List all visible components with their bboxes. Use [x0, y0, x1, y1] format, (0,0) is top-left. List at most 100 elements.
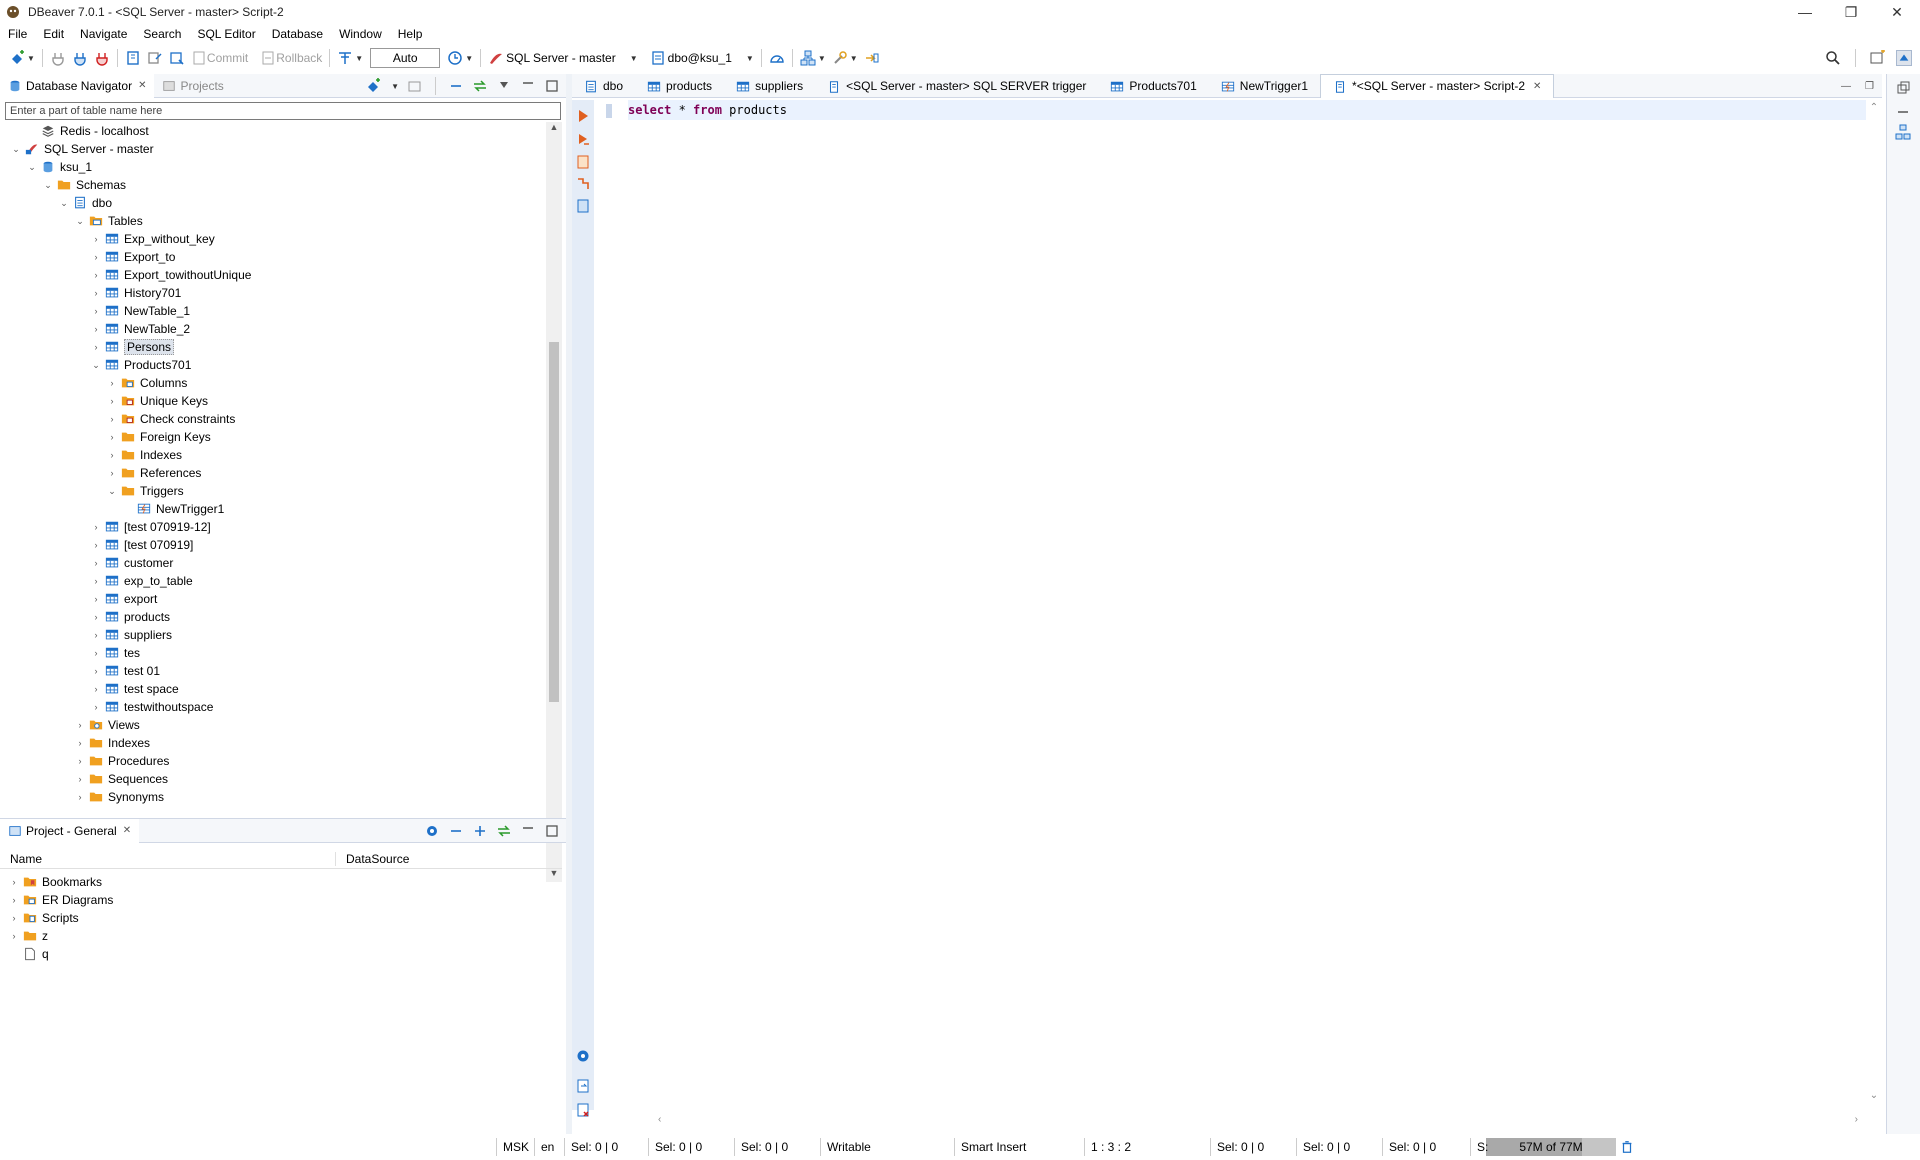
search-icon[interactable] — [1825, 50, 1841, 66]
tree-node-sql-server-master[interactable]: ⌄ SQL Server - master — [10, 140, 153, 158]
project-item-q[interactable]: q — [8, 945, 49, 963]
chevron-right-icon[interactable]: › — [90, 324, 102, 334]
sql-code-line[interactable]: select * from products — [628, 100, 1866, 120]
minimize-icon[interactable] — [1895, 100, 1911, 116]
delete-script-icon[interactable] — [575, 1102, 591, 1118]
view-menu-icon[interactable] — [496, 78, 512, 94]
editor-tab-sql-server-master-sql-server-trigger[interactable]: <SQL Server - master> SQL SERVER trigger — [815, 74, 1098, 98]
dashboard-button[interactable] — [766, 47, 788, 69]
tree-node-indexes[interactable]: › Indexes — [74, 734, 151, 752]
outline-view-icon[interactable] — [1895, 124, 1911, 140]
minimize-panel-icon[interactable] — [520, 823, 536, 839]
chevron-down-icon[interactable]: ⌄ — [74, 216, 86, 227]
maximize-panel-icon[interactable] — [544, 823, 560, 839]
chevron-right-icon[interactable]: › — [74, 738, 86, 748]
maximize-editor-icon[interactable]: ❐ — [1865, 81, 1874, 92]
close-icon[interactable]: ✕ — [1533, 81, 1541, 92]
collapse-all-icon[interactable] — [448, 823, 464, 839]
chevron-down-icon[interactable]: ⌄ — [42, 180, 54, 191]
menu-window[interactable]: Window — [331, 27, 390, 41]
editor-tab-sql-server-master-script-2[interactable]: *<SQL Server - master> Script-2 ✕ — [1320, 73, 1555, 98]
tree-node-products[interactable]: › products — [90, 608, 171, 626]
tools-button[interactable]: ▼ — [829, 47, 861, 69]
table-filter-input[interactable] — [5, 102, 561, 120]
tree-node-dbo[interactable]: ⌄ dbo — [58, 194, 112, 212]
chevron-right-icon[interactable]: › — [90, 576, 102, 586]
garbage-collect-icon[interactable] — [1620, 1140, 1634, 1154]
chevron-right-icon[interactable]: › — [90, 684, 102, 694]
chevron-right-icon[interactable]: › — [8, 913, 20, 923]
tree-node-export[interactable]: › export — [90, 590, 158, 608]
execute-statement-icon[interactable] — [575, 108, 591, 124]
tab-projects[interactable]: Projects — [154, 74, 231, 98]
new-connection-icon[interactable] — [365, 78, 381, 94]
tree-node-suppliers[interactable]: › suppliers — [90, 626, 173, 644]
chevron-right-icon[interactable]: › — [90, 306, 102, 316]
chevron-right-icon[interactable]: › — [106, 450, 118, 460]
tree-node-test-070919-12[interactable]: › [test 070919-12] — [90, 518, 211, 536]
editor-tab-dbo[interactable]: dbo — [572, 74, 635, 98]
chevron-right-icon[interactable]: › — [90, 648, 102, 658]
restore-icon[interactable]: ❐ — [1828, 0, 1874, 24]
isolation-level-button[interactable]: ▼ — [334, 47, 366, 69]
tree-node-tables[interactable]: ⌄ Tables — [74, 212, 142, 230]
chevron-right-icon[interactable]: › — [90, 612, 102, 622]
active-datasource-selector[interactable]: SQL Server - master ▼ — [485, 47, 641, 69]
collapse-all-icon[interactable] — [448, 78, 464, 94]
tree-node-unique-keys[interactable]: › Unique Keys — [106, 392, 209, 410]
execute-script-icon[interactable] — [575, 132, 591, 148]
chevron-right-icon[interactable]: › — [90, 270, 102, 280]
export-script-icon[interactable] — [575, 1078, 591, 1094]
close-icon[interactable]: ✕ — [123, 825, 131, 836]
explain-plan-icon[interactable] — [575, 176, 591, 192]
chevron-right-icon[interactable]: › — [106, 432, 118, 442]
scroll-right-icon[interactable]: › — [1855, 1114, 1858, 1125]
link-with-editor-icon[interactable] — [496, 823, 512, 839]
chevron-right-icon[interactable]: › — [74, 774, 86, 784]
tree-node-export-to[interactable]: › Export_to — [90, 248, 176, 266]
transaction-log-button[interactable] — [166, 47, 188, 69]
open-perspective-icon[interactable] — [1870, 50, 1886, 66]
chevron-down-icon[interactable]: ▼ — [391, 82, 399, 91]
smart-commit-button[interactable] — [144, 47, 166, 69]
menu-navigate[interactable]: Navigate — [72, 27, 135, 41]
chevron-right-icon[interactable]: › — [8, 877, 20, 887]
chevron-right-icon[interactable]: › — [106, 378, 118, 388]
maximize-panel-icon[interactable] — [544, 78, 560, 94]
scroll-up-icon[interactable]: ⌃ — [1866, 102, 1882, 113]
transaction-mode-field[interactable]: Auto — [370, 48, 441, 68]
commit-button[interactable]: Commit — [188, 47, 251, 69]
chevron-right-icon[interactable]: › — [8, 895, 20, 905]
tree-node-synonyms[interactable]: › Synonyms — [74, 788, 165, 806]
tree-node-check-constraints[interactable]: › Check constraints — [106, 410, 236, 428]
chevron-right-icon[interactable]: › — [90, 522, 102, 532]
chevron-right-icon[interactable]: › — [90, 252, 102, 262]
er-diagram-button[interactable]: ▼ — [797, 47, 829, 69]
database-perspective-icon[interactable] — [1896, 50, 1912, 66]
menu-search[interactable]: Search — [135, 27, 189, 41]
menu-edit[interactable]: Edit — [35, 27, 72, 41]
close-icon[interactable]: ✕ — [138, 80, 146, 91]
column-header-name[interactable]: Name — [0, 851, 336, 866]
rollback-button[interactable]: Rollback — [257, 47, 325, 69]
new-folder-icon[interactable] — [407, 78, 423, 94]
chevron-right-icon[interactable]: › — [90, 702, 102, 712]
chevron-right-icon[interactable]: › — [90, 288, 102, 298]
tree-node-exp-to-table[interactable]: › exp_to_table — [90, 572, 193, 590]
tree-node-test-01[interactable]: › test 01 — [90, 662, 161, 680]
tree-node-columns[interactable]: › Columns — [106, 374, 188, 392]
chevron-right-icon[interactable]: › — [90, 342, 102, 352]
disconnect-button[interactable] — [91, 47, 113, 69]
memory-indicator[interactable]: 57M of 77M — [1486, 1138, 1616, 1156]
scroll-up-icon[interactable]: ▲ — [546, 122, 562, 136]
close-icon[interactable]: ✕ — [1874, 0, 1920, 24]
tree-node-history701[interactable]: › History701 — [90, 284, 182, 302]
gear-icon[interactable] — [575, 1048, 591, 1064]
query-history-button[interactable]: ▼ — [444, 47, 476, 69]
chevron-right-icon[interactable]: › — [90, 594, 102, 604]
minimize-panel-icon[interactable] — [520, 78, 536, 94]
editor-h-scrollbar[interactable]: ‹ › — [628, 1114, 1868, 1128]
tree-node-test-070919[interactable]: › [test 070919] — [90, 536, 194, 554]
editor-scrollbar[interactable]: ⌃ ⌄ — [1866, 100, 1882, 1110]
tree-node-triggers[interactable]: ⌄ Triggers — [106, 482, 183, 500]
